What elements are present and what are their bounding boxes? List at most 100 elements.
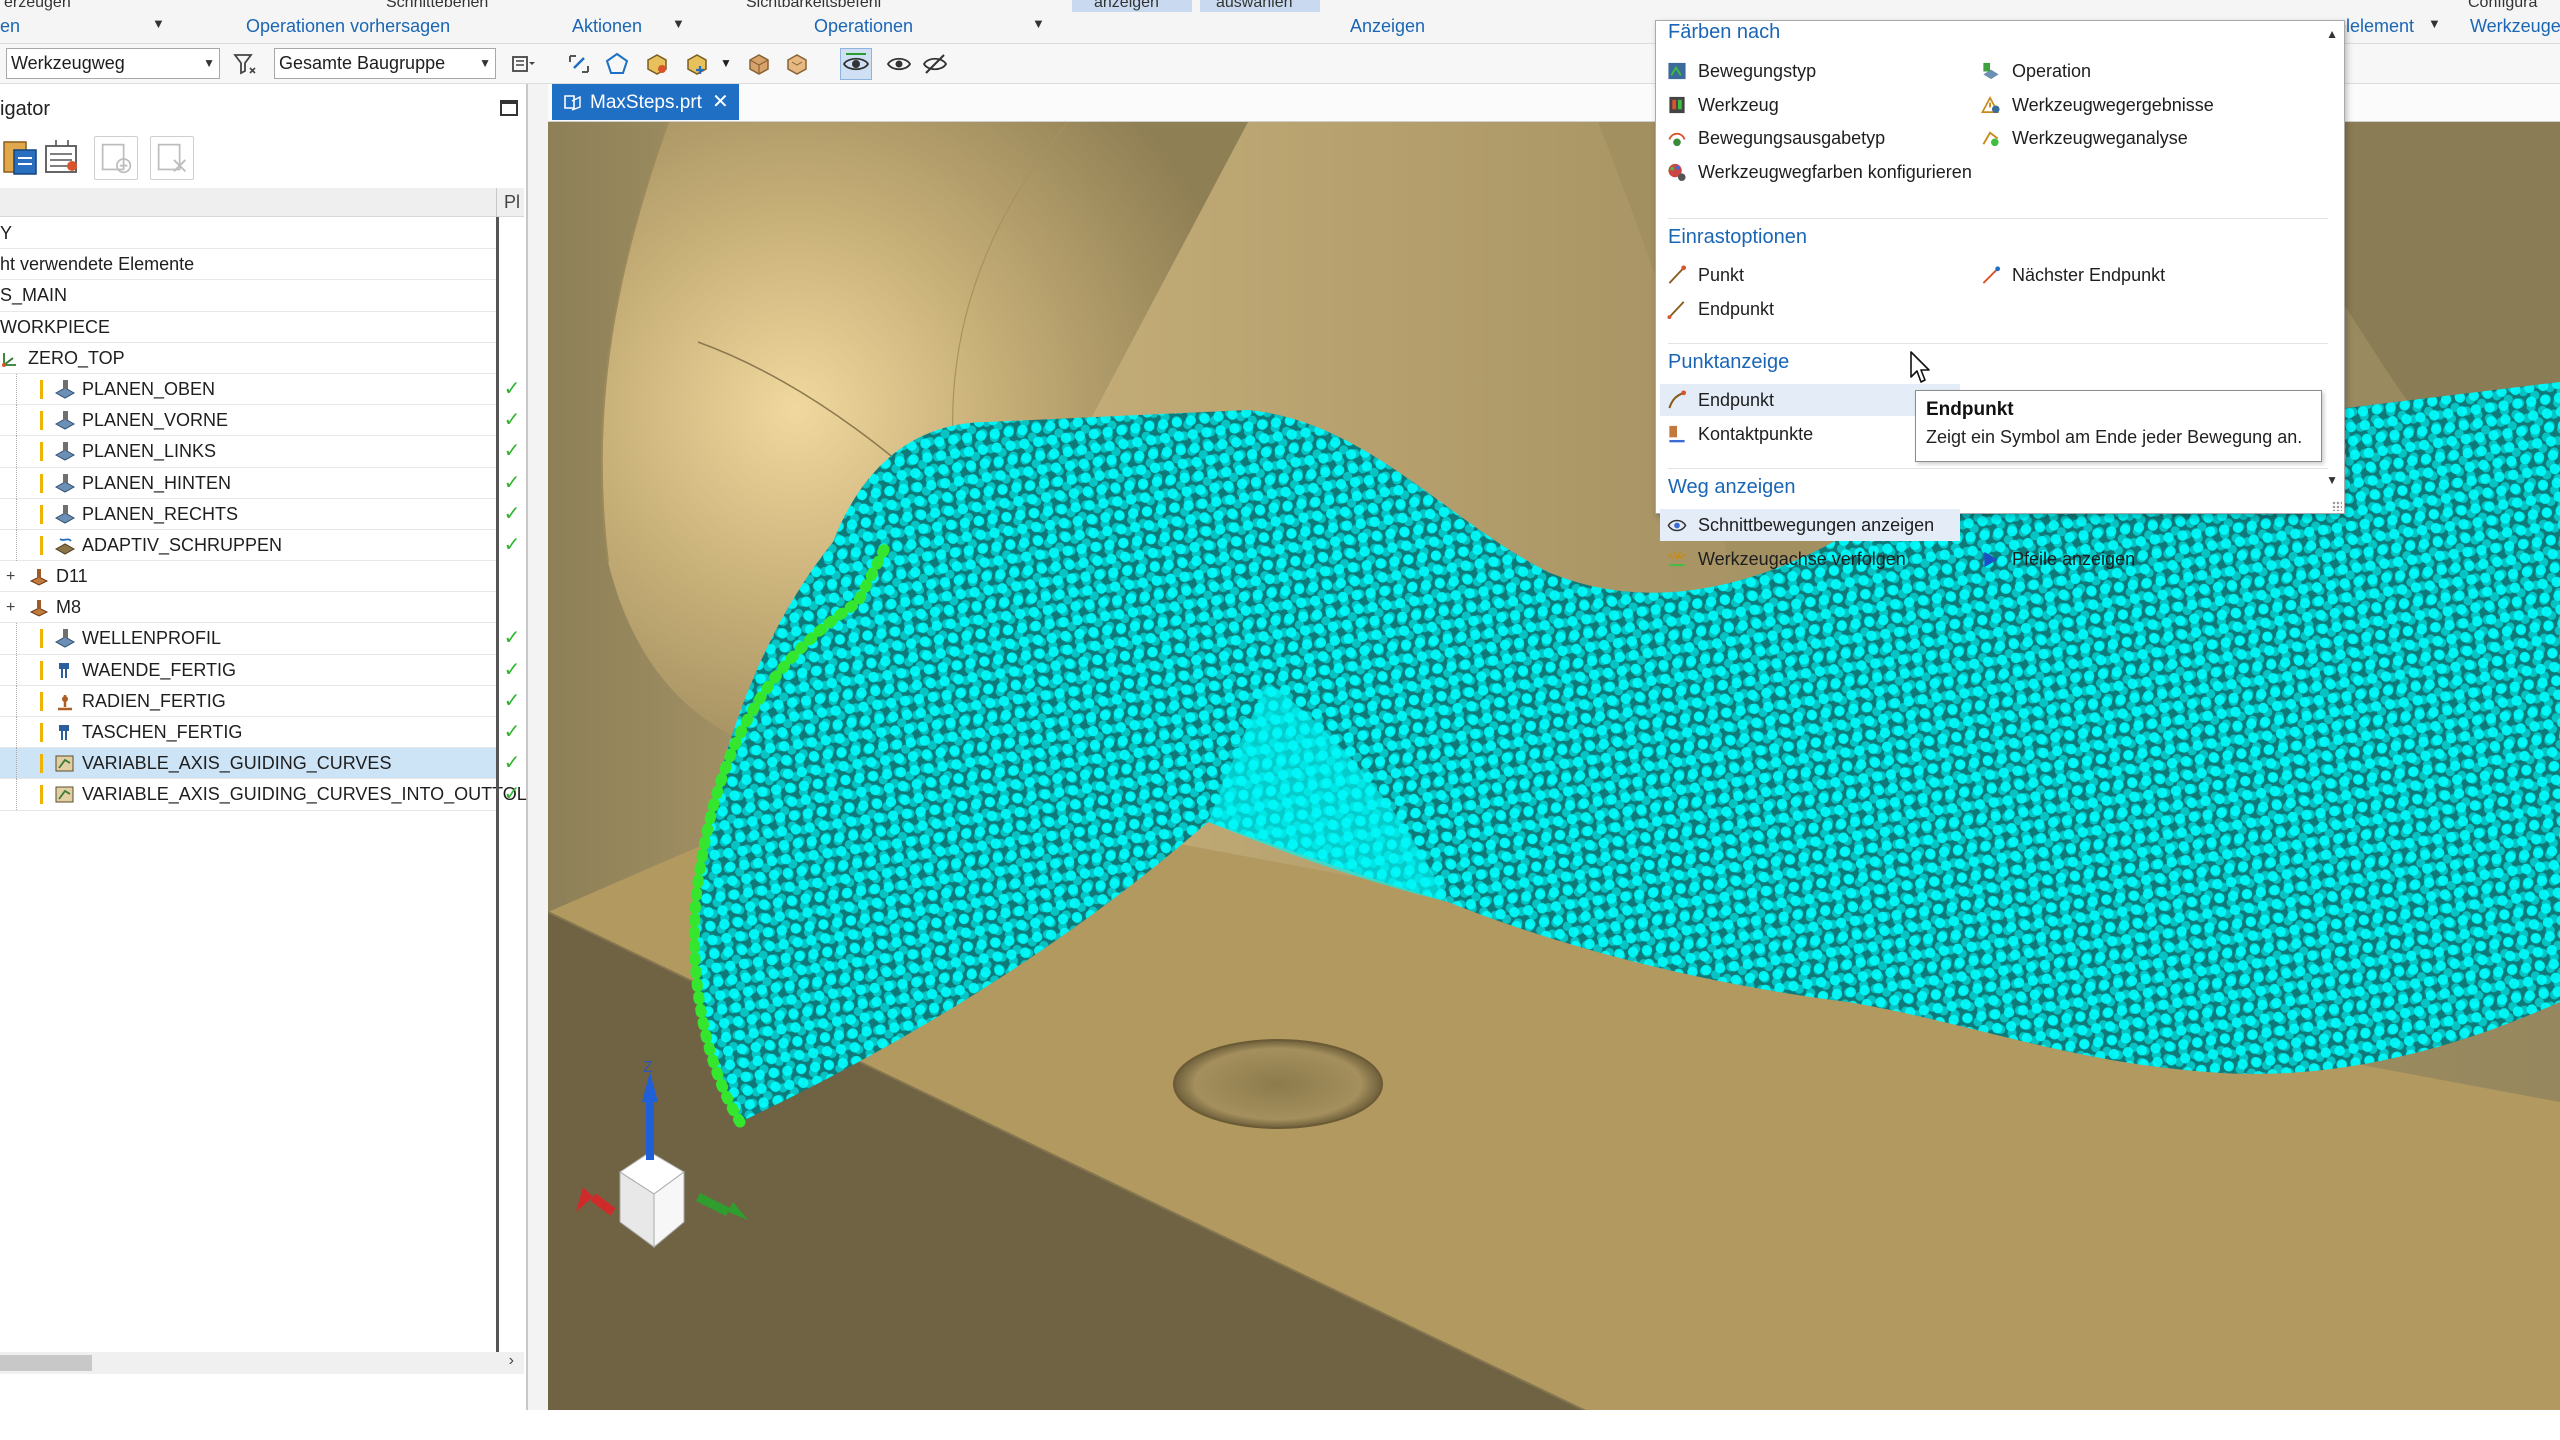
ribbon-button-auswaehlen[interactable]: auswählen [1216, 0, 1293, 12]
menu-item-label: Pfeile anzeigen [2012, 548, 2136, 569]
status-empty [500, 280, 524, 311]
toolpath-analysis-icon [1982, 131, 1999, 147]
filter-icon[interactable] [232, 52, 258, 76]
status-check-icon: ✓ [503, 471, 521, 494]
tree-row[interactable]: PLANEN_OBEN [0, 373, 496, 406]
show-toolpath-toggle[interactable] [840, 48, 872, 80]
menu-item-label: Nächster Endpunkt [2012, 265, 2166, 285]
polygon-select-icon[interactable] [604, 52, 630, 76]
ribbon-button-erzeugen[interactable]: erzeugen [4, 0, 71, 12]
menu-item[interactable]: Nächster Endpunkt [1974, 259, 2294, 291]
regen-status-marker [40, 535, 43, 555]
menu-item[interactable]: Punkt [1660, 259, 1960, 291]
tree-row[interactable]: PLANEN_RECHTS [0, 498, 496, 530]
close-icon[interactable]: ✕ [712, 91, 729, 113]
tree-row[interactable]: VARIABLE_AXIS_GUIDING_CURVES [0, 748, 496, 780]
group-label-anzeigen: Anzeigen [1350, 16, 1426, 36]
menu-item[interactable]: Bewegungsausgabetyp [1660, 122, 1960, 154]
column-header-path[interactable]: Pl [504, 192, 520, 213]
scope-combo[interactable]: Gesamte Baugruppe ▼ [274, 48, 496, 79]
horizontal-scrollbar[interactable]: › [0, 1352, 524, 1374]
tree-row[interactable]: PLANEN_HINTEN [0, 467, 496, 499]
expand-icon[interactable]: + [6, 592, 15, 623]
ribbon-button-schnittebenen[interactable]: Schnittebenen [386, 0, 488, 12]
status-check-icon: ✓ [503, 658, 521, 681]
menu-item-label: Operation [2012, 61, 2092, 81]
solid-body-icon[interactable] [746, 52, 772, 76]
chevron-right-icon[interactable]: › [509, 1352, 514, 1370]
scrollbar-thumb[interactable] [0, 1355, 92, 1371]
status-bar [0, 1410, 2560, 1440]
menu-item[interactable]: Werkzeugachse verfolgen [1660, 543, 1960, 575]
tree-row[interactable]: + M8 [0, 592, 496, 624]
tree-row[interactable]: PLANEN_LINKS [0, 436, 496, 468]
operation-icon [1983, 62, 1999, 80]
chevron-down-icon: ▼ [479, 56, 491, 70]
eye-icon[interactable] [886, 52, 912, 76]
tree-row[interactable]: S_MAIN [0, 280, 496, 312]
face-milling-icon [54, 379, 76, 399]
menu-item-label: Werkzeugwegfarben konfigurieren [1698, 161, 1972, 182]
faceted-body-icon[interactable] [784, 52, 810, 76]
expand-icon[interactable]: + [6, 561, 15, 592]
type-filter-combo[interactable]: Werkzeugweg ▼ [6, 48, 220, 79]
tree-row[interactable]: RADIEN_FERTIG [0, 685, 496, 717]
ribbon-button-sichtbarkeit[interactable]: Sichtbarkeitsbefehl [746, 0, 881, 12]
tree-row[interactable]: WAENDE_FERTIG [0, 654, 496, 686]
maximize-icon[interactable] [500, 100, 518, 116]
menu-item[interactable]: Pfeile anzeigen [1974, 543, 2294, 575]
menu-item[interactable]: Endpunkt [1660, 293, 1960, 325]
select-options-icon[interactable] [510, 52, 536, 76]
machine-tool-view-icon[interactable] [40, 136, 84, 180]
body-select-icon[interactable] [644, 52, 670, 76]
tab-maxsteps-prt[interactable]: MaxSteps.prt ✕ [552, 84, 739, 120]
mouse-cursor-icon [1910, 351, 1930, 383]
scroll-down-icon[interactable]: ▼ [2326, 473, 2338, 487]
tree-row[interactable]: VARIABLE_AXIS_GUIDING_CURVES_INTO_OUTTOL [0, 779, 527, 811]
group-expand-arrow[interactable]: ▼ [672, 16, 685, 31]
menu-item[interactable]: Werkzeugwegergebnisse [1974, 89, 2294, 121]
z-axis-label: Z [643, 1059, 653, 1076]
tree-row[interactable]: PLANEN_VORNE [0, 405, 496, 437]
group-expand-arrow[interactable]: ▼ [1032, 16, 1045, 31]
regen-status-marker [40, 411, 43, 431]
resize-grip-icon[interactable] [2332, 501, 2342, 511]
tree-row[interactable]: + D11 [0, 561, 496, 593]
tree-row-label: ADAPTIV_SCHRUPPEN [82, 534, 283, 555]
tree-row[interactable]: ht verwendete Elemente [0, 249, 496, 281]
menu-item[interactable]: Operation [1974, 55, 2294, 87]
insert-operation-icon[interactable] [94, 136, 138, 180]
menu-item[interactable]: Bewegungstyp [1660, 55, 1960, 87]
menu-item[interactable]: Werkzeug [1660, 89, 1960, 121]
menu-item[interactable]: Werkzeugwegfarben konfigurieren [1660, 156, 1972, 188]
face-milling-icon [54, 473, 76, 493]
chevron-down-icon: ▼ [203, 56, 215, 70]
tree-row-label: M8 [56, 597, 82, 618]
delete-operation-icon[interactable] [150, 136, 194, 180]
face-milling-icon [54, 442, 76, 461]
tree-row[interactable]: WORKPIECE [0, 312, 496, 343]
menu-item[interactable]: Schnittbewegungen anzeigen [1660, 509, 1960, 541]
tree-row[interactable]: ADAPTIV_SCHRUPPEN [0, 529, 496, 562]
tree-row[interactable]: TASCHEN_FERTIG [0, 717, 496, 749]
tree-row[interactable]: ZERO_TOP [0, 343, 496, 374]
chevron-down-icon[interactable]: ▼ [720, 56, 732, 70]
tree-guide [16, 498, 17, 530]
face-milling-icon [54, 629, 76, 649]
menu-item[interactable]: Werkzeugweganalyse [1974, 122, 2294, 154]
ribbon-button-configura[interactable]: Configura [2468, 0, 2537, 12]
group-label-operationen-vorhersagen: Operationen vorhersagen [246, 16, 451, 36]
column-separator[interactable] [496, 188, 497, 217]
tree-row[interactable]: WELLENPROFIL [0, 623, 496, 655]
scroll-up-icon[interactable]: ▲ [2326, 27, 2338, 41]
tooltip: Endpunkt Zeigt ein Symbol am Ende jeder … [1915, 390, 2322, 462]
snap-icon[interactable] [566, 52, 592, 76]
program-order-view-icon[interactable] [0, 136, 44, 180]
tree-row[interactable]: Y [0, 218, 496, 250]
group-expand-arrow[interactable]: ▼ [152, 16, 165, 31]
part-file-icon [564, 95, 581, 111]
ribbon-button-anzeigen[interactable]: anzeigen [1094, 0, 1159, 12]
group-expand-arrow[interactable]: ▼ [2428, 16, 2441, 31]
hide-icon[interactable] [922, 52, 948, 76]
feature-select-icon[interactable] [684, 52, 710, 76]
